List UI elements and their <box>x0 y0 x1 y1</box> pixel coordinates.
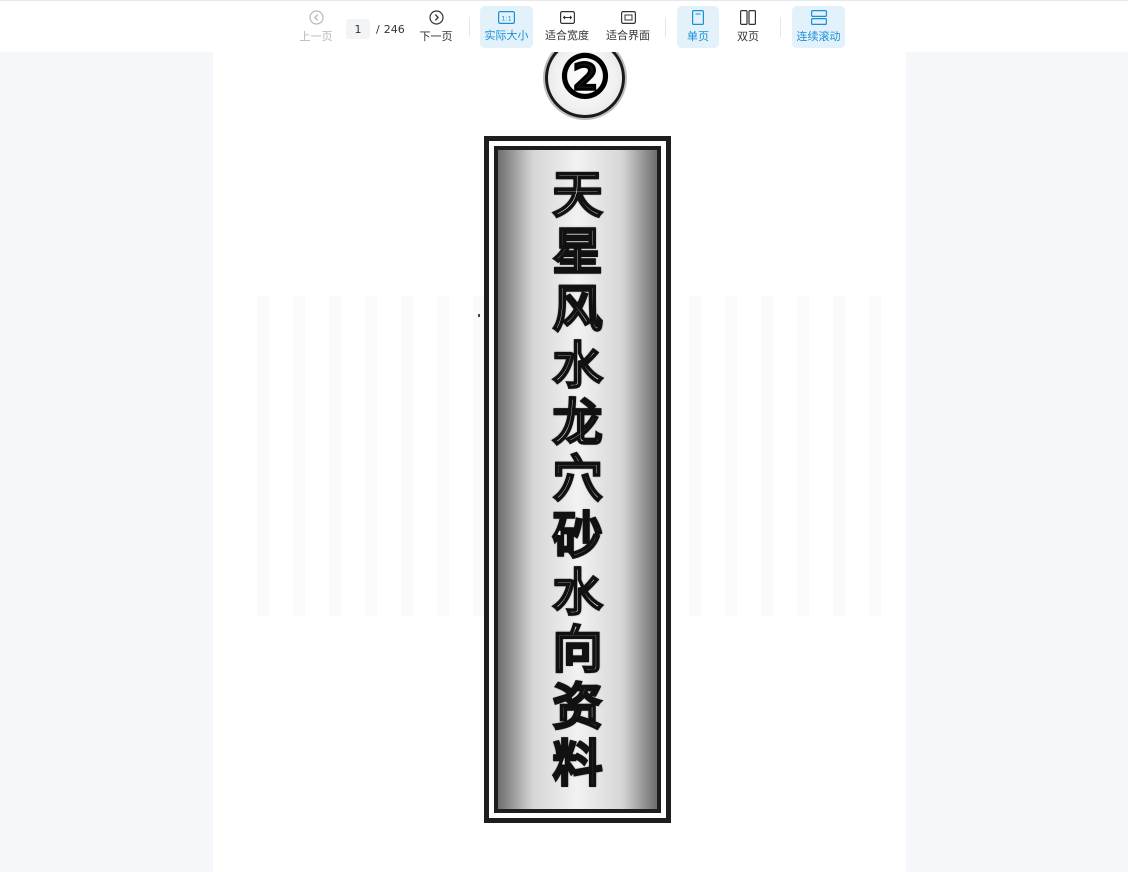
title-character: 料 <box>552 734 604 793</box>
continuous-scroll-icon <box>810 10 827 28</box>
fit-page-icon <box>620 11 636 27</box>
total-pages: 246 <box>383 22 405 36</box>
fit-width-icon <box>559 11 575 27</box>
fit-page-button[interactable]: 适合界面 <box>602 6 654 48</box>
title-character: 向 <box>552 621 604 680</box>
continuous-scroll-button[interactable]: 连续滚动 <box>792 6 845 48</box>
chevron-left-circle-icon <box>308 10 324 28</box>
title-frame: 天星风水龙穴砂水向资料 <box>484 136 671 823</box>
single-page-icon <box>692 10 704 28</box>
actual-size-label: 实际大小 <box>484 29 529 42</box>
viewer-toolbar: 上一页 / 246 下一页 1:1 实际大小 适合宽度 适合界面 <box>0 0 1128 52</box>
next-page-label: 下一页 <box>419 30 453 43</box>
toolbar-divider <box>665 17 666 37</box>
page-indicator: / 246 <box>346 19 405 39</box>
page-separator: / <box>376 22 380 36</box>
one-to-one-icon-text: 1:1 <box>501 14 511 22</box>
fit-width-label: 适合宽度 <box>545 29 589 42</box>
title-character: 穴 <box>552 450 604 509</box>
continuous-scroll-label: 连续滚动 <box>796 30 841 43</box>
fit-page-label: 适合界面 <box>606 29 650 42</box>
title-character: 水 <box>552 564 604 623</box>
title-character: 资 <box>552 678 604 737</box>
double-page-icon <box>740 10 756 28</box>
one-to-one-icon: 1:1 <box>498 11 515 27</box>
single-page-button[interactable]: 单页 <box>677 6 719 48</box>
title-character: 砂 <box>552 507 604 566</box>
fit-width-button[interactable]: 适合宽度 <box>541 6 593 48</box>
prev-page-button[interactable]: 上一页 <box>296 6 336 48</box>
title-character: 天 <box>552 166 604 224</box>
document-page: ② 天星风水龙穴砂水向资料 <box>213 52 906 872</box>
circled-number-badge: ② <box>545 52 625 118</box>
double-page-button[interactable]: 双页 <box>728 6 768 48</box>
next-page-button[interactable]: 下一页 <box>416 6 456 48</box>
actual-size-button[interactable]: 1:1 实际大小 <box>480 6 533 48</box>
title-character: 星 <box>552 222 604 281</box>
title-character: 水 <box>552 336 604 395</box>
page-number-input[interactable] <box>346 19 370 39</box>
document-viewport[interactable]: ② 天星风水龙穴砂水向资料 <box>0 52 1128 872</box>
double-page-label: 双页 <box>737 30 759 43</box>
scan-speck <box>478 314 480 317</box>
single-page-label: 单页 <box>687 30 709 43</box>
prev-page-label: 上一页 <box>299 30 333 43</box>
toolbar-divider <box>469 17 470 37</box>
title-character: 风 <box>552 279 604 338</box>
title-character: 龙 <box>552 393 604 452</box>
vertical-title: 天星风水龙穴砂水向资料 <box>498 166 657 793</box>
chevron-right-circle-icon <box>428 10 444 28</box>
title-frame-inner: 天星风水龙穴砂水向资料 <box>494 146 661 813</box>
toolbar-divider <box>780 17 781 37</box>
